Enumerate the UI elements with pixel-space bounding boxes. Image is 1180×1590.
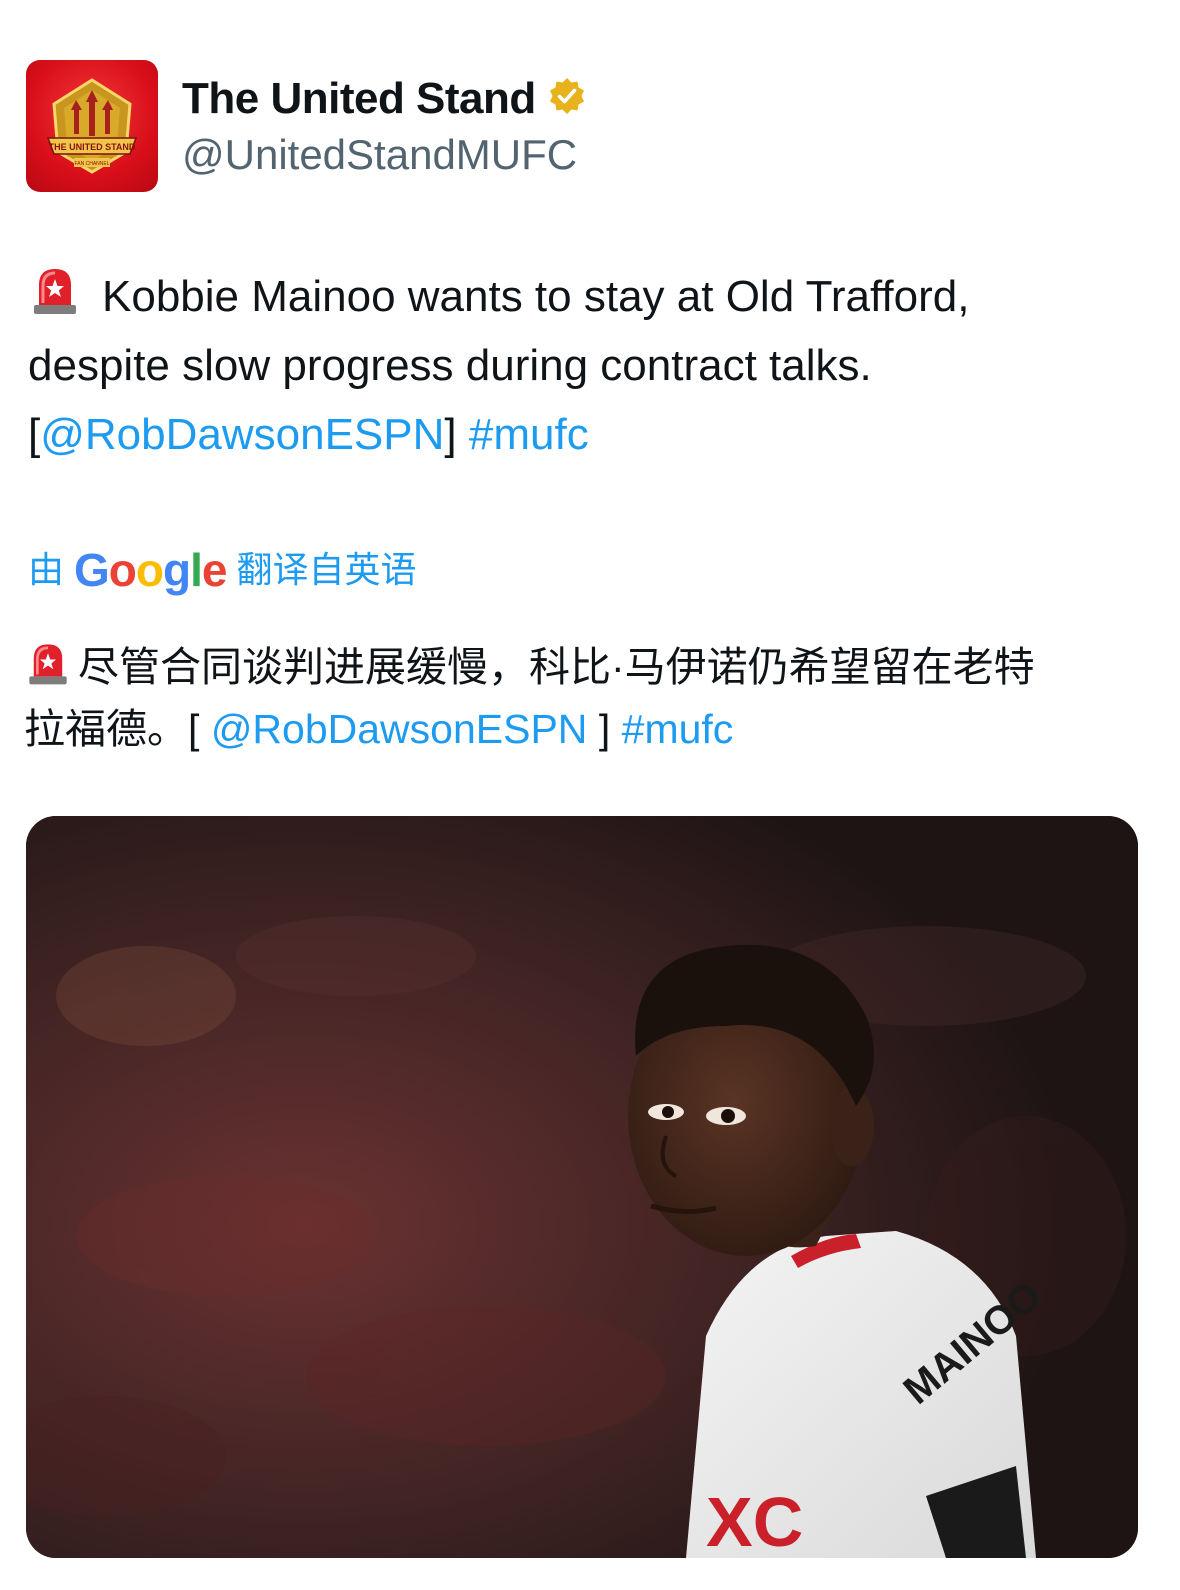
tweet-bracket-open: [ (28, 410, 41, 459)
tweet-line-2: despite slow progress during contract ta… (28, 341, 872, 390)
police-light-emoji-icon (28, 263, 82, 317)
account-names: The United Stand @UnitedStandMUFC (182, 72, 588, 182)
translated-line-1: 尽管合同谈判进展缓慢，科比·马伊诺仍希望留在老特 (24, 636, 1144, 698)
translated-line-2: 拉福德。[ @RobDawsonESPN ] #mufc (24, 698, 1144, 760)
tweet-text: Kobbie Mainoo wants to stay at Old Traff… (28, 262, 1138, 469)
gold-verified-badge-icon[interactable] (546, 76, 588, 118)
translation-prefix: 由 (28, 549, 65, 590)
translated-mention-link[interactable]: @RobDawsonESPN (211, 706, 588, 752)
avatar-logo-subtext: FAN CHANNEL (74, 161, 109, 167)
mention-link[interactable]: @RobDawsonESPN (40, 410, 444, 459)
translated-line-2-text: 拉福德。[ (24, 706, 200, 752)
translation-attribution[interactable]: 由 Google 翻译自英语 (28, 542, 417, 598)
hashtag-link[interactable]: #mufc (469, 410, 589, 459)
tweet-bracket-close: ] (444, 410, 457, 459)
account-handle[interactable]: @UnitedStandMUFC (182, 128, 588, 182)
avatar[interactable]: THE UNITED STAND FAN CHANNEL (26, 60, 158, 192)
tweet-line-3: [@RobDawsonESPN] #mufc (28, 400, 1138, 469)
translated-text: 尽管合同谈判进展缓慢，科比·马伊诺仍希望留在老特 拉福德。[ @RobDawso… (24, 636, 1144, 760)
translated-hashtag-link[interactable]: #mufc (622, 706, 734, 752)
google-logo: Google (74, 544, 227, 596)
sponsor-text: XC (706, 1483, 803, 1558)
avatar-logo-text: THE UNITED STAND (49, 142, 136, 152)
player-photo-image[interactable]: MAINOO XC (26, 816, 1138, 1558)
translated-bracket-close: ] (598, 706, 611, 752)
tweet-header: THE UNITED STAND FAN CHANNEL The United … (26, 60, 1126, 192)
translated-line-1-text: 尽管合同谈判进展缓慢，科比·马伊诺仍希望留在老特 (78, 644, 1035, 690)
tweet-line-1-text: Kobbie Mainoo wants to stay at Old Traff… (102, 272, 970, 321)
police-light-emoji-icon (24, 639, 72, 687)
translation-suffix: 翻译自英语 (236, 549, 417, 590)
the-united-stand-logo-icon: THE UNITED STAND FAN CHANNEL (46, 78, 138, 174)
tweet-line-1: Kobbie Mainoo wants to stay at Old Traff… (28, 262, 1138, 331)
display-name[interactable]: The United Stand (182, 72, 536, 126)
